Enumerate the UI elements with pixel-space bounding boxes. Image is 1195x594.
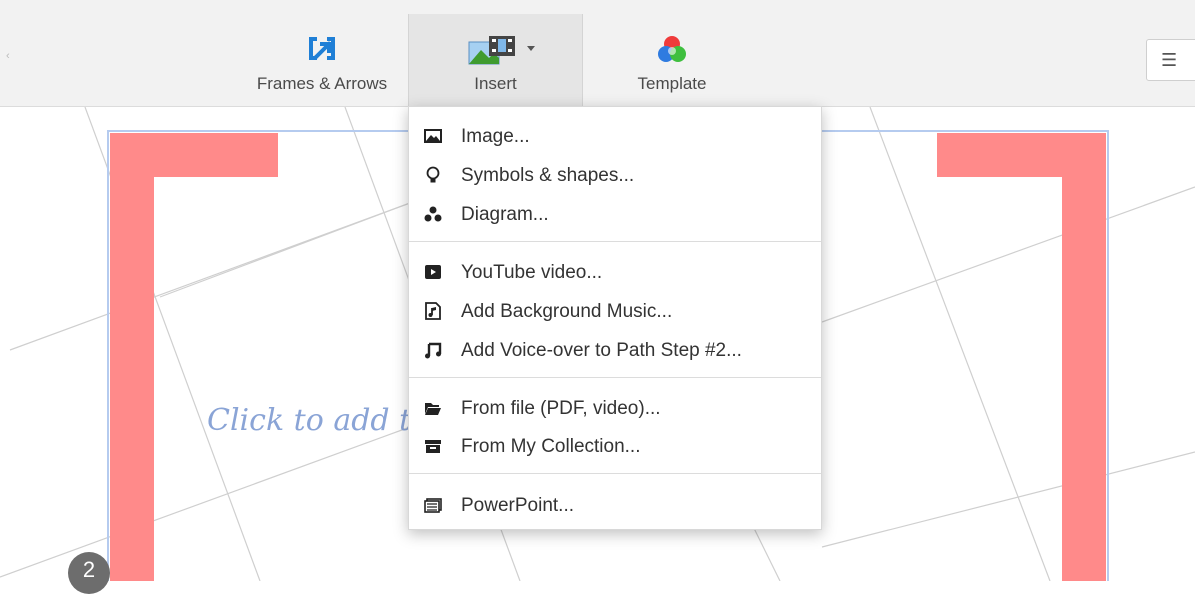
template-label: Template — [637, 74, 707, 93]
archive-icon — [424, 437, 442, 455]
chevron-down-icon — [526, 46, 535, 51]
menu-item-label: PowerPoint... — [461, 495, 574, 516]
music-file-icon — [424, 302, 442, 320]
menu-item-diagram[interactable]: Diagram... — [409, 197, 821, 231]
frames-arrows-label: Frames & Arrows — [256, 74, 388, 93]
insert-media-icon — [467, 34, 541, 71]
left-bracket-side — [110, 133, 154, 581]
menu-divider — [409, 377, 821, 378]
menu-item-label: Symbols & shapes... — [461, 165, 635, 186]
menu-divider — [409, 241, 821, 242]
template-button[interactable]: Template — [597, 14, 747, 106]
folder-open-icon — [424, 399, 442, 417]
template-icon — [655, 34, 689, 71]
menu-item-label: Image... — [461, 126, 530, 147]
menu-button[interactable]: ☰ — [1146, 39, 1195, 81]
youtube-icon — [424, 263, 442, 281]
menu-divider — [409, 473, 821, 474]
text-placeholder[interactable]: Click to add text — [207, 403, 410, 438]
insert-button[interactable]: Insert — [408, 14, 583, 106]
lightbulb-icon — [424, 166, 442, 184]
menu-item-background-music[interactable]: Add Background Music... — [409, 294, 821, 328]
image-icon — [424, 127, 442, 145]
menu-item-label: From My Collection... — [461, 436, 641, 457]
menu-item-from-file[interactable]: From file (PDF, video)... — [409, 391, 821, 425]
slides-icon — [424, 496, 442, 514]
menu-item-voice-over[interactable]: Add Voice-over to Path Step #2... — [409, 333, 821, 367]
menu-item-image[interactable]: Image... — [409, 119, 821, 153]
music-note-icon — [424, 341, 442, 359]
toolbar: ‹ Frames & Arrows Insert Template ☰ — [0, 0, 1195, 107]
frames-arrows-button[interactable]: Frames & Arrows — [244, 14, 400, 106]
menu-item-youtube[interactable]: YouTube video... — [409, 255, 821, 289]
path-step-badge[interactable]: 2 — [68, 552, 110, 594]
menu-item-label: From file (PDF, video)... — [461, 398, 661, 419]
menu-item-label: YouTube video... — [461, 262, 603, 283]
menu-item-my-collection[interactable]: From My Collection... — [409, 429, 821, 463]
hamburger-icon: ☰ — [1161, 50, 1178, 70]
right-bracket-side — [1062, 133, 1106, 581]
menu-item-label: Add Background Music... — [461, 301, 673, 322]
toolbar-edge-mark: ‹ — [6, 50, 10, 62]
frames-arrows-icon — [305, 34, 339, 69]
menu-item-powerpoint[interactable]: PowerPoint... — [409, 488, 821, 522]
menu-item-label: Diagram... — [461, 204, 549, 225]
menu-item-label: Add Voice-over to Path Step #2... — [461, 340, 742, 361]
diagram-icon — [424, 205, 442, 223]
insert-dropdown-menu: Image... Symbols & shapes... Diagram... … — [408, 106, 822, 530]
menu-item-symbols-shapes[interactable]: Symbols & shapes... — [409, 158, 821, 192]
insert-label: Insert — [474, 74, 517, 93]
